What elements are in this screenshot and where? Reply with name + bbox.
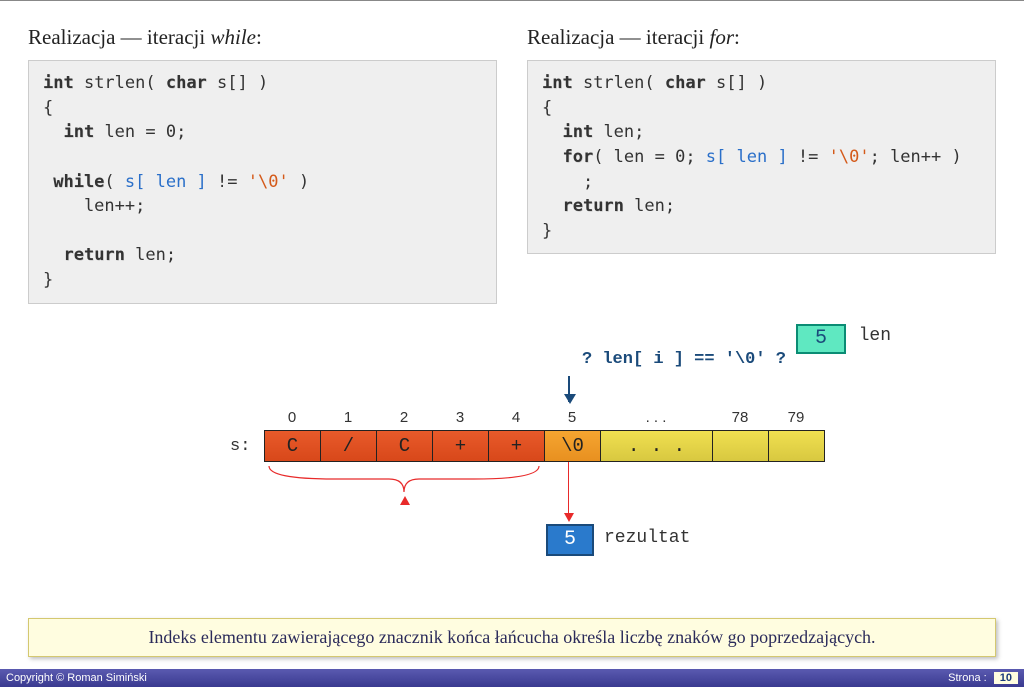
arrow-result-icon	[568, 462, 569, 520]
code-while: int strlen( char s[] ) { int len = 0; wh…	[28, 60, 497, 304]
brace-icon	[264, 464, 544, 494]
code-for: int strlen( char s[] ) { int len; for( l…	[527, 60, 996, 254]
note-box: Indeks elementu zawierającego znacznik k…	[28, 618, 996, 657]
condition-text: ? len[ i ] == '\0' ?	[582, 350, 786, 369]
len-value-box: 5	[796, 324, 846, 354]
arrow-up-icon	[400, 496, 410, 505]
result-label: rezultat	[604, 528, 690, 548]
heading-while: Realizacja — iteracji while:	[28, 25, 497, 50]
memory-diagram: 5 len ? len[ i ] == '\0' ? 0 1 2 3 4 5 .…	[28, 324, 996, 584]
array-label: s:	[230, 437, 250, 456]
len-label: len	[859, 326, 891, 346]
result-value-box: 5	[546, 524, 594, 556]
page-indicator: Strona : 10	[948, 672, 1018, 684]
arrow-down-icon	[568, 376, 570, 402]
copyright-text: Copyright © Roman Simiński	[6, 672, 147, 684]
heading-for: Realizacja — iteracji for:	[527, 25, 996, 50]
index-row: 0 1 2 3 4 5 . . . 78 79	[264, 409, 824, 426]
footer-bar: Copyright © Roman Simiński Strona : 10	[0, 669, 1024, 687]
array-cells: C / C + + \0 . . .	[264, 430, 825, 462]
